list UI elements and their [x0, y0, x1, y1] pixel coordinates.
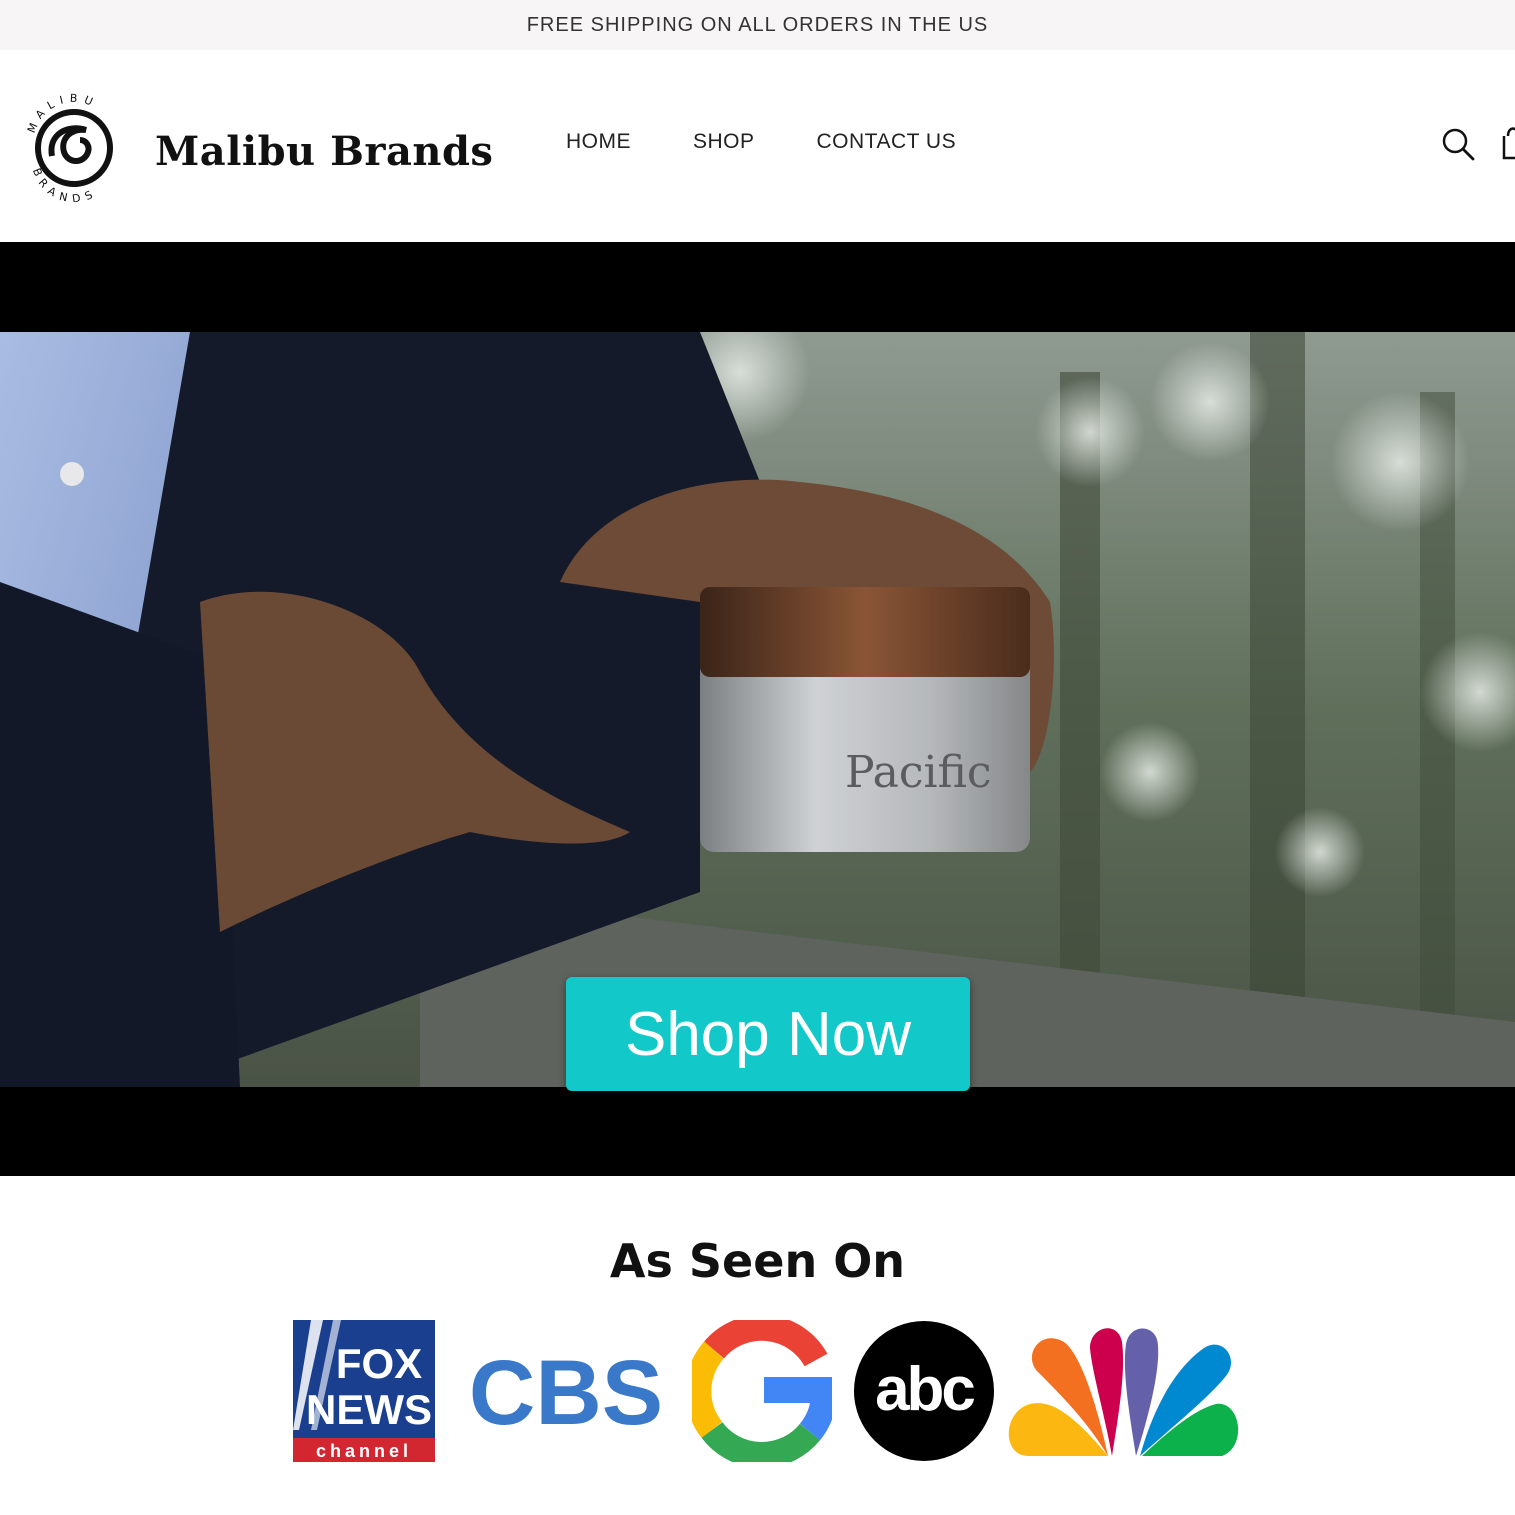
nav-shop[interactable]: SHOP — [693, 130, 755, 154]
hero-video-section[interactable]: Pacific Shop Now — [0, 242, 1515, 1176]
google-logo — [692, 1320, 832, 1462]
fox-line1: FOX — [336, 1340, 422, 1387]
nbc-peacock-logo — [1008, 1328, 1239, 1456]
nav-contact-us[interactable]: CONTACT US — [817, 130, 957, 154]
fox-line2: NEWS — [306, 1386, 432, 1433]
brand-name[interactable]: Malibu Brands — [155, 128, 493, 175]
media-logos: FOX NEWS channel CBS abc — [0, 1318, 1515, 1468]
abc-text: abc — [875, 1355, 974, 1424]
search-icon[interactable] — [1440, 126, 1476, 162]
fox-news-logo: FOX NEWS channel — [293, 1320, 435, 1462]
nav-home[interactable]: HOME — [566, 130, 631, 154]
announcement-bar: FREE SHIPPING ON ALL ORDERS IN THE US — [0, 0, 1515, 50]
brand-logo[interactable]: MALIBU BRANDS — [24, 90, 124, 202]
hero-video-frame[interactable]: Pacific — [0, 332, 1515, 1087]
site-header: MALIBU BRANDS Malibu Brands HOME SHOP CO… — [0, 50, 1515, 242]
shop-now-button[interactable]: Shop Now — [566, 977, 970, 1091]
cbs-text: CBS — [469, 1344, 663, 1436]
abc-logo: abc — [854, 1321, 994, 1461]
product-label: Pacific — [845, 747, 992, 798]
cbs-logo: CBS — [469, 1344, 663, 1436]
announcement-text: FREE SHIPPING ON ALL ORDERS IN THE US — [526, 13, 989, 36]
as-seen-on-title: As Seen On — [609, 1234, 906, 1288]
cart-icon[interactable] — [1500, 122, 1515, 162]
fox-line3: channel — [316, 1441, 412, 1461]
main-nav: HOME SHOP CONTACT US — [566, 130, 1018, 154]
